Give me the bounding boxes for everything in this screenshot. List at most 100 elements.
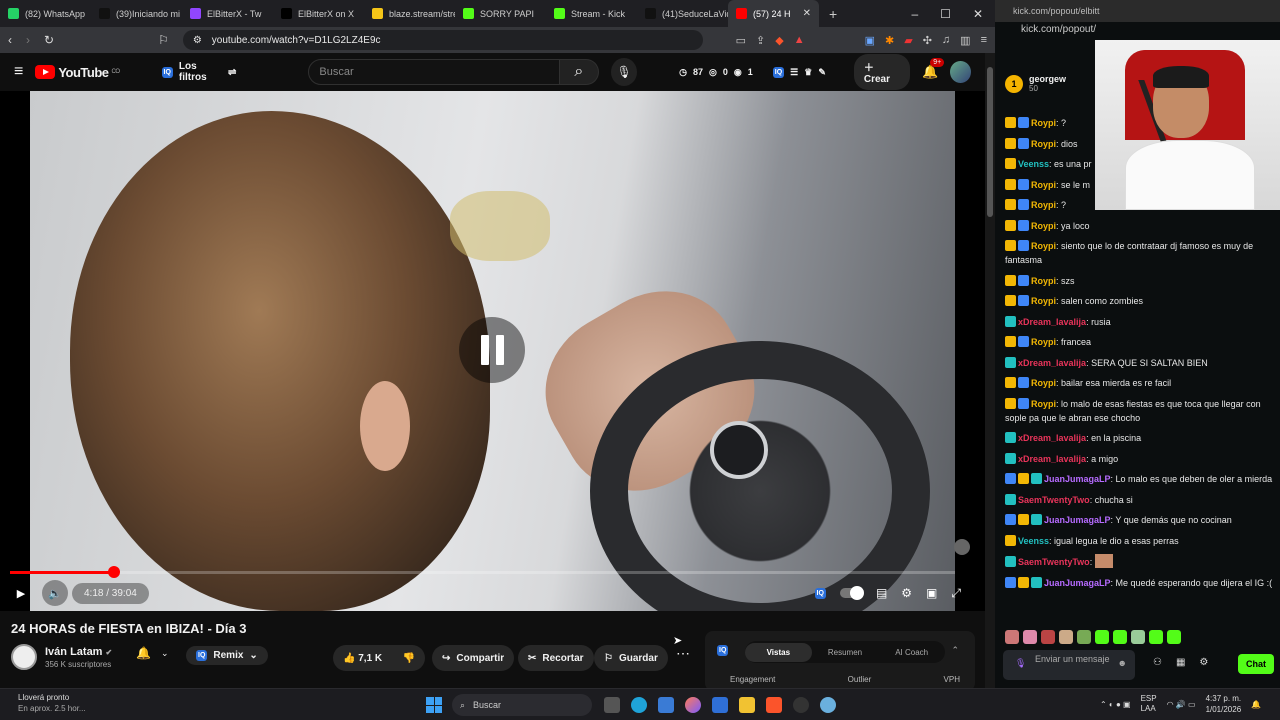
new-tab-button[interactable]: + xyxy=(829,6,837,22)
emote-icon[interactable] xyxy=(1023,630,1037,644)
remix-button[interactable]: IQ Remix ⌄ xyxy=(186,646,268,665)
fullscreen-icon[interactable]: ⤢ xyxy=(951,586,961,601)
chat-username[interactable]: Roypi xyxy=(1031,241,1056,251)
browser-tab[interactable]: (39)Iniciando mi xyxy=(91,0,182,27)
scrubber-handle[interactable] xyxy=(107,566,120,578)
media-icon[interactable]: ♫ xyxy=(942,34,950,47)
channel-name[interactable]: Iván Latam ✔ xyxy=(45,646,112,658)
voice-search-button[interactable]: 🎙 xyxy=(610,58,638,86)
subscribe-bell-button[interactable]: 🔔 ⌄ xyxy=(136,646,169,660)
task-view-icon[interactable] xyxy=(604,697,620,713)
chat-username[interactable]: SaemTwentyTwo xyxy=(1018,557,1090,567)
chat-username[interactable]: Roypi xyxy=(1031,139,1056,149)
filters-button[interactable]: IQ Los filtros ⇌ xyxy=(161,61,236,83)
vidiq-tab[interactable]: Vistas xyxy=(745,642,812,662)
store-icon[interactable]: ▦ xyxy=(1176,657,1185,668)
forward-icon[interactable]: › xyxy=(26,33,30,47)
chat-username[interactable]: Roypi xyxy=(1031,399,1056,409)
close-tab-icon[interactable]: ✕ xyxy=(803,8,811,19)
chat-username[interactable]: Roypi xyxy=(1031,296,1056,306)
chat-username[interactable]: xDream_lavalija xyxy=(1018,358,1086,368)
pause-button[interactable] xyxy=(459,317,525,383)
channel-avatar[interactable] xyxy=(11,644,37,670)
edge-icon[interactable] xyxy=(631,697,647,713)
folder-icon[interactable] xyxy=(739,697,755,713)
puzzle-icon[interactable]: ✣ xyxy=(923,34,932,47)
site-info-icon[interactable]: ⚙ xyxy=(193,35,202,46)
browser-tab[interactable]: Stream - Kick xyxy=(546,0,637,27)
hamburger-menu-icon[interactable]: ≡ xyxy=(14,63,23,81)
language-indicator[interactable]: ESP LAA xyxy=(1141,694,1157,714)
brave-rewards-icon[interactable]: ▲ xyxy=(794,34,805,47)
list-icon[interactable]: ☰ xyxy=(790,67,798,78)
chat-username[interactable]: Roypi xyxy=(1031,200,1056,210)
miniplayer-icon[interactable]: ▣ xyxy=(926,586,937,600)
emote-icon[interactable] xyxy=(1059,630,1073,644)
vidiq-player-icon[interactable]: IQ xyxy=(814,587,826,599)
scrollbar-thumb[interactable] xyxy=(987,67,993,217)
emote-icon[interactable] xyxy=(1077,630,1091,644)
emote-icon[interactable] xyxy=(1167,630,1181,644)
volume-button[interactable]: 🔈 xyxy=(42,580,68,606)
brave-icon[interactable] xyxy=(766,697,782,713)
translate-icon[interactable]: ▣ xyxy=(865,34,875,47)
share-icon[interactable]: ⇪ xyxy=(756,34,765,47)
emote-icon[interactable] xyxy=(1095,630,1109,644)
brave-shield-icon[interactable]: ◆ xyxy=(775,34,783,47)
vidiq-toolbar-icon[interactable]: IQ xyxy=(772,66,785,78)
autoplay-toggle[interactable] xyxy=(839,586,864,600)
chat-username[interactable]: JuanJumagaLP xyxy=(1044,578,1111,588)
like-button[interactable]: 👍 7,1 K xyxy=(343,653,382,664)
back-icon[interactable]: ‹ xyxy=(8,33,12,47)
emote-icon[interactable] xyxy=(1041,630,1055,644)
emote-icon[interactable] xyxy=(1149,630,1163,644)
chapter-icon[interactable] xyxy=(954,539,970,555)
subtitles-icon[interactable]: ▤ xyxy=(876,586,887,600)
maximize-button[interactable]: ☐ xyxy=(940,7,951,21)
notifications-icon[interactable]: 🔔 xyxy=(1251,700,1261,709)
save-button[interactable]: ⚐ Guardar xyxy=(594,645,668,671)
clock[interactable]: 4:37 p. m. 1/01/2026 xyxy=(1206,693,1242,715)
browser-tab[interactable]: blaze.stream/stre xyxy=(364,0,455,27)
browser-tab[interactable]: (82) WhatsApp xyxy=(0,0,91,27)
settings-gear-icon[interactable]: ⚙ xyxy=(901,586,912,600)
reload-icon[interactable]: ↻ xyxy=(44,33,54,47)
dislike-button[interactable]: 👎 xyxy=(403,653,415,664)
browser-tab[interactable]: (57) 24 H ✕ xyxy=(728,0,819,27)
chat-username[interactable]: JuanJumagaLP xyxy=(1044,474,1111,484)
extension-icon-2[interactable]: ▰ xyxy=(904,34,912,47)
emote-icon[interactable] xyxy=(1131,630,1145,644)
chat-icon[interactable]: ✎ xyxy=(818,67,826,78)
app-icon-2[interactable] xyxy=(820,697,836,713)
browser-tab[interactable]: ElBitterX - Tw xyxy=(182,0,273,27)
browser-tab[interactable]: (41)SeduceLaVid xyxy=(637,0,728,27)
channel-info[interactable]: Iván Latam ✔ 356 K suscriptores xyxy=(11,644,112,670)
chat-username[interactable]: Roypi xyxy=(1031,378,1056,388)
chat-username[interactable]: JuanJumagaLP xyxy=(1044,515,1111,525)
collapse-icon[interactable]: ⌃ xyxy=(951,645,959,656)
search-button[interactable]: ⌕ xyxy=(559,59,599,85)
vidiq-tab[interactable]: Resumen xyxy=(812,648,879,657)
emoji-icon[interactable]: ☻ xyxy=(1118,658,1127,669)
chat-username[interactable]: Veenss xyxy=(1018,536,1049,546)
chat-username[interactable]: Roypi xyxy=(1031,276,1056,286)
chat-username[interactable]: SaemTwentyTwo xyxy=(1018,495,1090,505)
clip-button[interactable]: ✂ Recortar xyxy=(518,645,594,671)
sidebar-icon[interactable]: ▥ xyxy=(960,34,970,47)
emote-icon[interactable] xyxy=(1005,630,1019,644)
obs-icon[interactable] xyxy=(793,697,809,713)
wifi-icon[interactable]: ◠ 🔊 ▭ xyxy=(1167,700,1196,709)
emote-icon[interactable] xyxy=(1113,630,1127,644)
chat-username[interactable]: Roypi xyxy=(1031,221,1056,231)
chat-username[interactable]: Roypi xyxy=(1031,337,1056,347)
app-icon[interactable] xyxy=(658,697,674,713)
chat-username[interactable]: Roypi xyxy=(1031,180,1056,190)
menu-icon[interactable]: ≡ xyxy=(981,34,987,47)
chat-username[interactable]: Roypi xyxy=(1031,118,1056,128)
copilot-icon[interactable] xyxy=(685,697,701,713)
account-avatar[interactable] xyxy=(950,61,971,83)
browser-tab[interactable]: SORRY PAPI xyxy=(455,0,546,27)
chat-username[interactable]: xDream_lavalija xyxy=(1018,454,1086,464)
store-icon[interactable] xyxy=(712,697,728,713)
page-scrollbar[interactable] xyxy=(985,53,995,688)
